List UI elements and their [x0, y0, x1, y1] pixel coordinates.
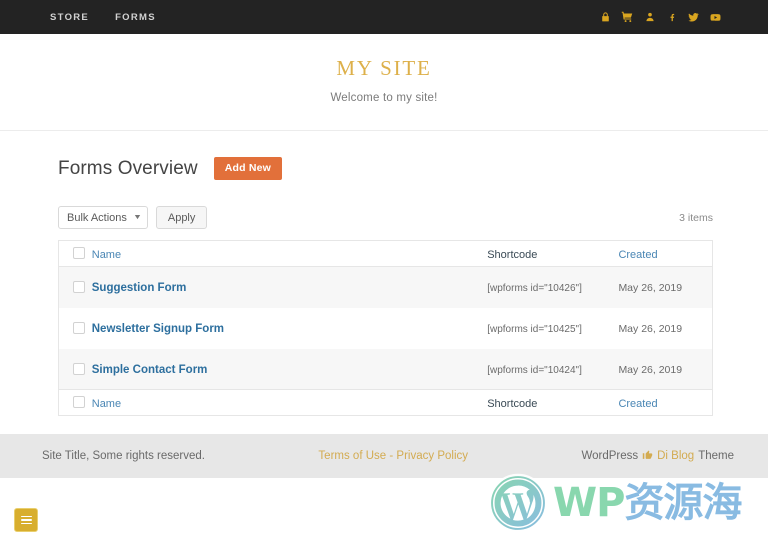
- row-created-cell: May 26, 2019: [618, 267, 712, 308]
- hamburger-line: [20, 519, 32, 521]
- facebook-icon[interactable]: [665, 10, 678, 24]
- di-blog-link[interactable]: Di Blog: [657, 450, 694, 462]
- row-select-cell: [59, 308, 92, 349]
- shortcode-footer-label: Shortcode: [487, 397, 538, 410]
- table-row[interactable]: Newsletter Signup Form [wpforms id="1042…: [58, 307, 713, 349]
- form-name-link[interactable]: Newsletter Signup Form: [92, 323, 224, 335]
- terms-of-use-link[interactable]: Terms of Use: [318, 450, 386, 462]
- select-all-checkbox[interactable]: [73, 247, 85, 260]
- select-all-footer: [58, 389, 92, 416]
- add-new-button[interactable]: Add New: [213, 157, 283, 180]
- form-created-date: May 26, 2019: [618, 363, 683, 376]
- column-footer-shortcode: Shortcode: [487, 389, 619, 416]
- thumbs-up-icon: [642, 449, 653, 463]
- hamburger-line: [20, 515, 32, 518]
- site-footer: Site Title, Some rights reserved. Terms …: [0, 434, 768, 478]
- privacy-policy-link[interactable]: Privacy Policy: [396, 450, 468, 462]
- bulk-actions-select[interactable]: Bulk Actions ▼: [58, 206, 148, 229]
- below-footer-area: [0, 478, 768, 546]
- nav-item-store[interactable]: STORE: [50, 12, 89, 23]
- column-header-created: Created: [618, 240, 713, 267]
- site-title[interactable]: MY SITE: [0, 56, 768, 81]
- table-footer-row: Name Shortcode Created: [58, 389, 713, 416]
- row-name-cell: Simple Contact Form: [92, 349, 487, 390]
- social-icon-group: [599, 10, 750, 24]
- row-checkbox[interactable]: [73, 321, 85, 334]
- form-shortcode[interactable]: [wpforms id="10424"]: [487, 365, 582, 376]
- form-created-date: May 26, 2019: [618, 323, 683, 335]
- form-shortcode[interactable]: [wpforms id="10426"]: [487, 283, 582, 294]
- wordpress-label: WordPress: [581, 450, 639, 462]
- main-content: Forms Overview Add New Bulk Actions ▼ Ap…: [0, 131, 768, 416]
- items-count: 3 items: [679, 211, 713, 224]
- sort-name-link[interactable]: Name: [92, 249, 121, 261]
- apply-button[interactable]: Apply: [155, 206, 208, 229]
- table-toolbar: Bulk Actions ▼ Apply 3 items: [58, 206, 713, 229]
- row-name-cell: Suggestion Form: [92, 267, 487, 308]
- site-tagline: Welcome to my site!: [330, 92, 438, 104]
- shortcode-header-label: Shortcode: [487, 248, 538, 261]
- select-all-checkbox-footer[interactable]: [73, 396, 85, 409]
- row-created-cell: May 26, 2019: [618, 349, 712, 390]
- footer-legal-links: Terms of Use - Privacy Policy: [205, 450, 581, 462]
- table-row[interactable]: Suggestion Form [wpforms id="10426"] May…: [58, 266, 713, 308]
- footer-link-separator: -: [389, 450, 394, 462]
- cart-icon[interactable]: [621, 10, 634, 24]
- menu-toggle-button[interactable]: [14, 508, 38, 532]
- forms-table: Name Shortcode Created Suggestion Form […: [58, 240, 713, 416]
- table-body: Suggestion Form [wpforms id="10426"] May…: [58, 266, 713, 390]
- row-checkbox[interactable]: [73, 281, 85, 294]
- form-name-link[interactable]: Suggestion Form: [92, 282, 187, 294]
- theme-suffix-label: Theme: [698, 450, 734, 462]
- row-created-cell: May 26, 2019: [618, 308, 712, 349]
- table-foot: Name Shortcode Created: [58, 389, 713, 416]
- table-row[interactable]: Simple Contact Form [wpforms id="10424"]…: [58, 348, 713, 390]
- user-icon[interactable]: [643, 10, 656, 24]
- column-header-shortcode: Shortcode: [487, 240, 619, 267]
- column-footer-name: Name: [91, 389, 488, 416]
- table-header-row: Name Shortcode Created: [58, 240, 713, 267]
- select-all-header: [58, 240, 92, 267]
- form-created-date: May 26, 2019: [618, 282, 683, 295]
- page-header: Forms Overview Add New: [58, 157, 713, 180]
- twitter-icon[interactable]: [687, 10, 700, 24]
- top-navigation-bar: STORE FORMS: [0, 0, 768, 34]
- column-header-name: Name: [91, 240, 488, 267]
- row-shortcode-cell: [wpforms id="10426"]: [487, 267, 618, 308]
- form-name-link[interactable]: Simple Contact Form: [92, 364, 208, 376]
- youtube-icon[interactable]: [709, 10, 722, 24]
- primary-nav: STORE FORMS: [50, 12, 156, 23]
- row-shortcode-cell: [wpforms id="10425"]: [487, 308, 618, 349]
- hamburger-line: [20, 522, 32, 525]
- row-select-cell: [59, 349, 92, 390]
- row-select-cell: [59, 267, 92, 308]
- page-title: Forms Overview: [58, 157, 198, 179]
- form-shortcode[interactable]: [wpforms id="10425"]: [487, 324, 582, 335]
- chevron-down-icon: ▼: [132, 214, 142, 221]
- row-checkbox[interactable]: [73, 362, 85, 375]
- footer-credits: WordPress Di Blog Theme: [581, 449, 734, 463]
- row-shortcode-cell: [wpforms id="10424"]: [487, 349, 618, 390]
- sort-created-link[interactable]: Created: [618, 249, 657, 261]
- table-head: Name Shortcode Created: [58, 240, 713, 267]
- sort-created-link-footer[interactable]: Created: [618, 398, 657, 410]
- row-name-cell: Newsletter Signup Form: [92, 308, 487, 349]
- column-footer-created: Created: [618, 389, 713, 416]
- bulk-actions-label: Bulk Actions: [67, 211, 127, 224]
- footer-copyright: Site Title, Some rights reserved.: [42, 450, 205, 462]
- nav-item-forms[interactable]: FORMS: [115, 12, 156, 23]
- lock-icon[interactable]: [599, 10, 612, 24]
- site-header: MY SITE Welcome to my site!: [0, 34, 768, 131]
- sort-name-link-footer[interactable]: Name: [92, 398, 121, 410]
